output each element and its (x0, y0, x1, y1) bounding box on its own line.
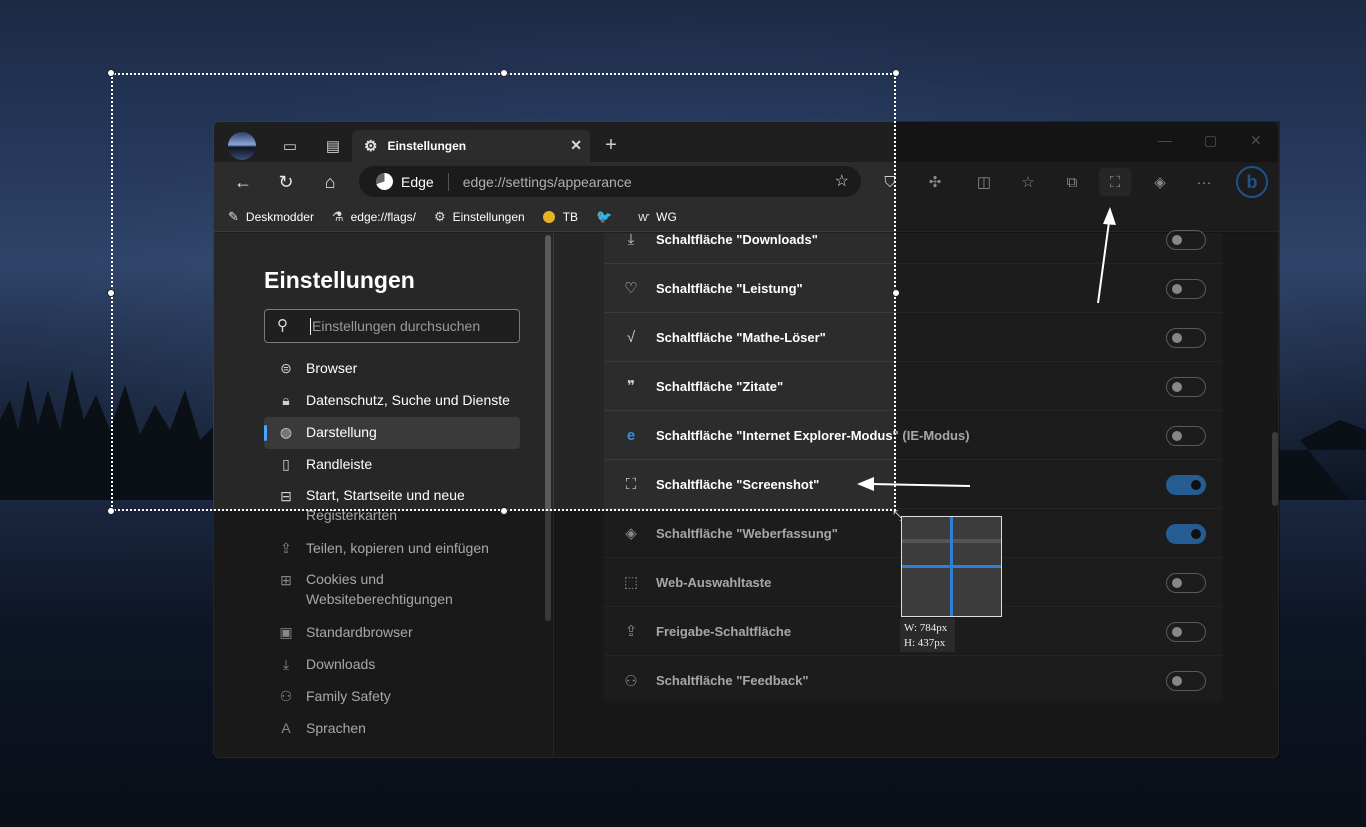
capture-height: H: 437px (904, 637, 946, 649)
capture-selection[interactable] (111, 73, 896, 511)
resize-handle[interactable] (107, 69, 115, 77)
resize-handle[interactable] (892, 69, 900, 77)
resize-handle[interactable] (892, 289, 900, 297)
resize-handle[interactable] (500, 507, 508, 515)
capture-dimensions: W: 784px H: 437px (900, 618, 955, 652)
capture-magnifier (901, 516, 1002, 617)
resize-handle[interactable] (107, 507, 115, 515)
capture-width: W: 784px (904, 622, 948, 634)
resize-handle[interactable] (500, 69, 508, 77)
resize-handle[interactable] (107, 289, 115, 297)
